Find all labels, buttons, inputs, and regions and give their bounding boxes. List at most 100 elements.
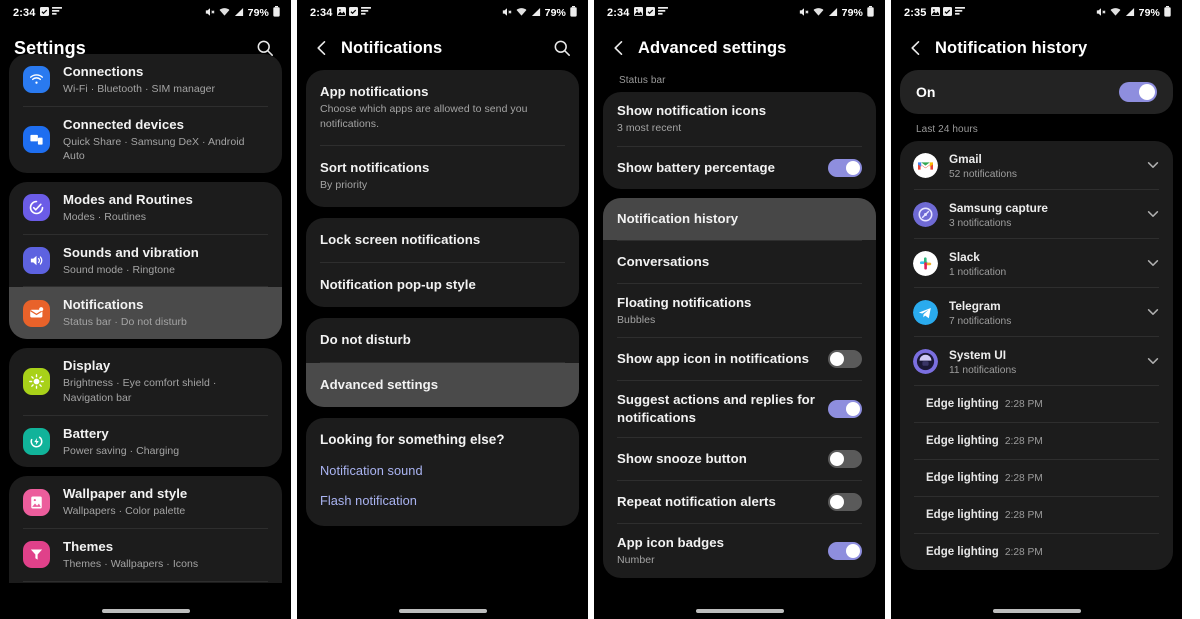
list-item-do-not-disturb[interactable]: Do not disturb: [306, 318, 579, 362]
gesture-handle[interactable]: [398, 609, 487, 613]
setting-floating-notifications[interactable]: Floating notifications Bubbles: [603, 284, 876, 338]
chevron-down-icon[interactable]: [1145, 157, 1161, 173]
screenshot-strip: 2:34 79% Settings Connections Wi-Fi · Bl…: [0, 0, 1200, 619]
notifications-icon: [23, 299, 50, 327]
toggle-switch[interactable]: [828, 400, 862, 419]
chevron-down-icon[interactable]: [1145, 304, 1161, 320]
row-text: Show notification icons 3 most recent: [617, 102, 862, 136]
row-text: Display Brightness · Eye comfort shield ·…: [63, 357, 268, 405]
history-app-text: Telegram 7 notifications: [949, 297, 1145, 327]
sidebar-item-home-screen[interactable]: Home screen: [9, 582, 282, 583]
history-list-card: Gmail 52 notifications Samsung capture 3 no…: [900, 141, 1173, 570]
history-app-text: Samsung capture 3 notifications: [949, 199, 1145, 229]
chevron-down-icon[interactable]: [1145, 353, 1161, 369]
status-bar-clock: 2:34: [607, 7, 630, 19]
row-subtitle: Bubbles: [617, 313, 656, 326]
gesture-handle[interactable]: [695, 609, 784, 613]
setting-suggest-actions-and-replies-for-notifications[interactable]: Suggest actions and replies for notifica…: [603, 381, 876, 437]
row-title: Show snooze button: [617, 451, 747, 467]
row-subtitle: Modes · Routines: [63, 211, 147, 224]
history-entry-row[interactable]: Edge lighting 2:28 PM: [900, 460, 1173, 496]
row-subtitle: By priority: [320, 179, 368, 192]
toggle-switch[interactable]: [1119, 82, 1157, 102]
row-title: Floating notifications: [617, 294, 752, 310]
slack-icon: [913, 250, 938, 276]
search-icon[interactable]: [550, 36, 574, 60]
sidebar-item-connections[interactable]: Connections Wi-Fi · Bluetooth · SIM manag…: [9, 54, 282, 106]
status-bar-clock: 2:35: [904, 7, 927, 19]
toggle-switch[interactable]: [828, 158, 862, 177]
toggle-switch[interactable]: [828, 542, 862, 561]
history-app-row[interactable]: Samsung capture 3 notifications: [900, 190, 1173, 238]
setting-repeat-notification-alerts[interactable]: Repeat notification alerts: [603, 481, 876, 523]
back-arrow-icon[interactable]: [905, 37, 927, 59]
history-app-row[interactable]: Gmail 52 notifications: [900, 141, 1173, 189]
history-app-row[interactable]: System UI 11 notifications: [900, 337, 1173, 385]
row-text: Do not disturb: [320, 331, 565, 349]
history-enabled-card: On: [900, 70, 1173, 114]
gesture-handle[interactable]: [101, 609, 190, 613]
setting-show-battery-percentage[interactable]: Show battery percentage: [603, 147, 876, 189]
toggle-switch[interactable]: [828, 350, 862, 369]
sidebar-item-battery[interactable]: Battery Power saving · Charging: [9, 416, 282, 468]
setting-show-notification-icons[interactable]: Show notification icons 3 most recent: [603, 92, 876, 146]
samsung-capture-icon: [913, 201, 938, 227]
list-item-notification-pop-up-style[interactable]: Notification pop-up style: [306, 263, 579, 307]
sidebar-item-connected-devices[interactable]: Connected devices Quick Share · Samsung D…: [9, 107, 282, 173]
setting-show-snooze-button[interactable]: Show snooze button: [603, 438, 876, 480]
wifi-icon: [1110, 7, 1121, 20]
toggle-switch[interactable]: [828, 493, 862, 512]
list-item-advanced-settings[interactable]: Advanced settings: [306, 362, 579, 407]
sidebar-item-sounds-and-vibration[interactable]: Sounds and vibration Sound mode · Rington…: [9, 235, 282, 287]
list-item-sort-notifications[interactable]: Sort notifications By priority: [306, 146, 579, 206]
history-entry-time: 2:28 PM: [1004, 510, 1043, 521]
notifications-list: App notifications Choose which apps are a…: [297, 70, 588, 599]
history-app-row[interactable]: Slack 1 notification: [900, 239, 1173, 287]
gesture-handle[interactable]: [992, 609, 1081, 613]
row-text: Floating notifications Bubbles: [617, 294, 862, 328]
history-entry-time: 2:28 PM: [1004, 547, 1043, 558]
sidebar-item-notifications[interactable]: Notifications Status bar · Do not disturb: [9, 287, 282, 340]
sidebar-item-themes[interactable]: Themes Themes · Wallpapers · Icons: [9, 529, 282, 581]
row-text: Repeat notification alerts: [617, 493, 818, 511]
history-entry-row[interactable]: Edge lighting 2:28 PM: [900, 386, 1173, 422]
toggle-switch[interactable]: [828, 450, 862, 469]
telegram-icon: [913, 299, 938, 325]
status-bar-notification-icons: [931, 7, 966, 19]
list-item-lock-screen-notifications[interactable]: Lock screen notifications: [306, 218, 579, 262]
row-text: Suggest actions and replies for notifica…: [617, 391, 818, 427]
chevron-down-icon[interactable]: [1145, 206, 1161, 222]
row-subtitle: Sound mode · Ringtone: [63, 263, 175, 276]
chevron-down-icon[interactable]: [1145, 255, 1161, 271]
setting-notification-history[interactable]: Notification history: [603, 197, 876, 240]
history-app-name: System UI: [949, 348, 1007, 362]
settings-group: Wallpaper and style Wallpapers · Color pa…: [9, 476, 282, 583]
link-notification-sound[interactable]: Notification sound: [306, 456, 579, 486]
row-text: Lock screen notifications: [320, 231, 565, 249]
status-bar-system-icons: 79%: [799, 6, 874, 20]
mute-icon: [205, 7, 215, 20]
history-app-row[interactable]: Telegram 7 notifications: [900, 288, 1173, 336]
history-entry-row[interactable]: Edge lighting 2:28 PM: [900, 423, 1173, 459]
status-bar-system-icons: 79%: [1096, 6, 1171, 20]
history-entry-row[interactable]: Edge lighting 2:28 PM: [900, 497, 1173, 533]
sidebar-item-display[interactable]: Display Brightness · Eye comfort shield ·…: [9, 348, 282, 414]
sidebar-item-modes-and-routines[interactable]: Modes and Routines Modes · Routines: [9, 182, 282, 234]
themes-icon: [23, 541, 50, 569]
setting-show-app-icon-in-notifications[interactable]: Show app icon in notifications: [603, 338, 876, 380]
history-app-name: Samsung capture: [949, 201, 1048, 215]
mute-icon: [1096, 7, 1106, 20]
battery-icon: [273, 6, 280, 20]
phone-screen-settings: 2:34 79% Settings Connections Wi-Fi · Bl…: [0, 0, 291, 619]
back-arrow-icon[interactable]: [608, 37, 630, 59]
setting-app-icon-badges[interactable]: App icon badges Number: [603, 524, 876, 578]
phone-screen-notifications: 2:34 79% Notifications App notifications…: [297, 0, 588, 619]
back-arrow-icon[interactable]: [311, 37, 333, 59]
sidebar-item-wallpaper-and-style[interactable]: Wallpaper and style Wallpapers · Color pa…: [9, 476, 282, 528]
link-flash-notification[interactable]: Flash notification: [306, 486, 579, 516]
section-label-status-bar: Status bar: [619, 75, 666, 86]
history-entry-row[interactable]: Edge lighting 2:28 PM: [900, 534, 1173, 570]
list-item-app-notifications[interactable]: App notifications Choose which apps are a…: [306, 70, 579, 145]
setting-conversations[interactable]: Conversations: [603, 241, 876, 283]
history-app-count: 7 notifications: [949, 316, 1012, 327]
